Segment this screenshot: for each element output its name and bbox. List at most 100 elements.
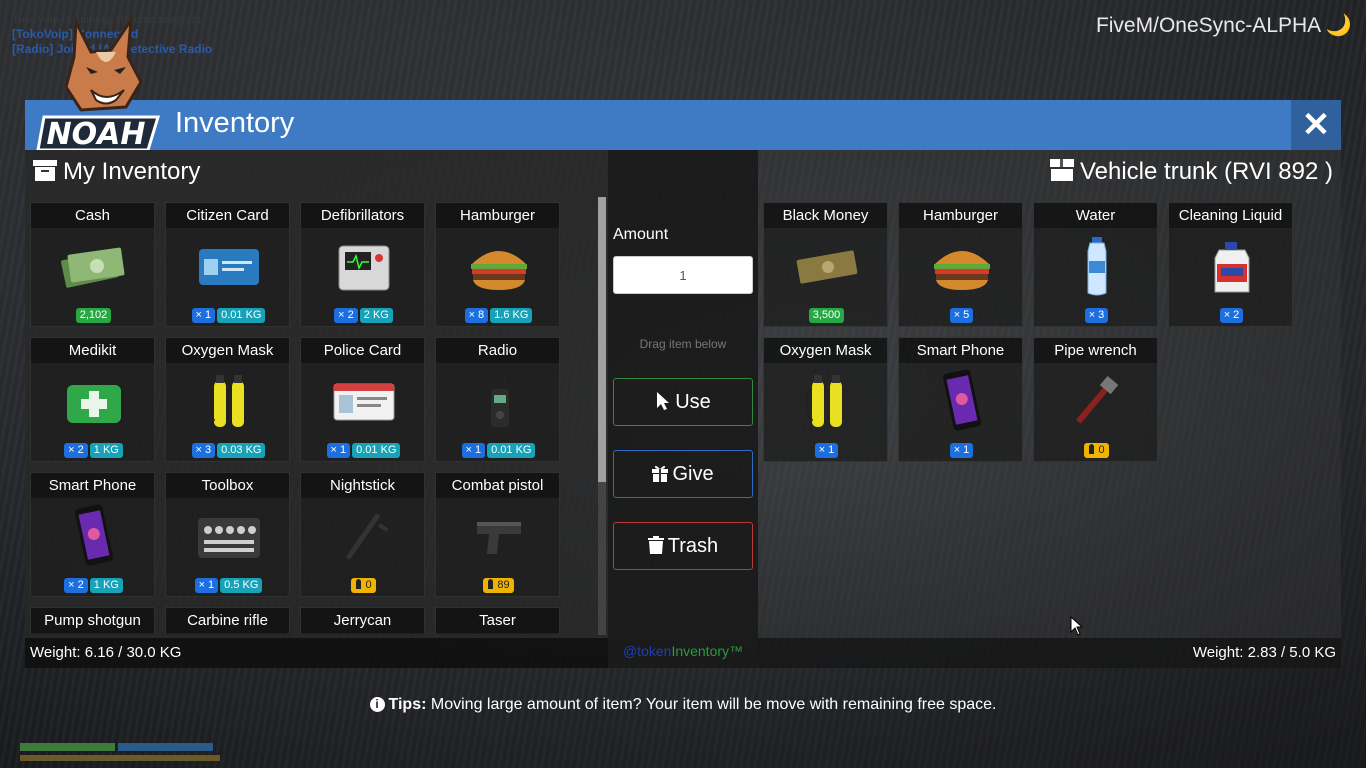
item-name: Radio [436, 338, 559, 363]
my-inventory-panel: My Inventory Cash 2,102 Citizen Card × 1 0.0… [25, 150, 608, 668]
item-name: Oxygen Mask [166, 338, 289, 363]
badge-text: 2 KG [363, 309, 389, 321]
item-name: Smart Phone [31, 473, 154, 498]
item-badges: 89 [436, 575, 561, 593]
box-icon [1049, 159, 1074, 181]
badge-text: × 1 [198, 579, 215, 591]
item-slot[interactable]: Hamburger × 5 [898, 202, 1023, 327]
item-slot[interactable]: Oxygen Mask × 1 [763, 337, 888, 462]
amount-input[interactable] [613, 256, 753, 294]
item-badges: × 2 [1169, 305, 1294, 323]
drag-hint: Drag item below [639, 337, 727, 351]
weight-badge: 2 KG [359, 308, 393, 323]
item-badges: × 1 [764, 440, 889, 458]
item-badges: × 1 0.5 KG [166, 575, 291, 593]
nightstick-icon [301, 501, 426, 571]
close-button[interactable]: ✕ [1291, 100, 1341, 150]
weight-badge: 0.5 KG [220, 578, 263, 593]
count-badge: × 1 [461, 443, 486, 458]
badge-text: × 1 [953, 444, 970, 456]
badge-text: 0 [365, 579, 372, 591]
item-name: Smart Phone [899, 338, 1022, 363]
badge-text: × 2 [1223, 309, 1240, 321]
item-name: Hamburger [899, 203, 1022, 228]
action-panel: Amount Drag item below Use Give Trash @t… [608, 150, 758, 668]
wrench-icon [1034, 366, 1159, 436]
count-badge: × 8 [464, 308, 489, 323]
item-name: Pump shotgun [31, 608, 154, 633]
health-bar [20, 743, 115, 751]
trunk-grid: Black Money 3,500 Hamburger × 5 Water × 3 Clea… [763, 202, 1338, 634]
use-button[interactable]: Use [613, 378, 753, 426]
armor-bar [118, 743, 213, 751]
badge-text: × 1 [330, 444, 347, 456]
item-badges: 2,102 [31, 305, 156, 323]
brand-b: Inventory™ [671, 643, 744, 659]
bullet-icon [1089, 444, 1095, 454]
badge-text: × 1 [818, 444, 835, 456]
weight-badge: 1.6 KG [490, 308, 533, 323]
item-name: Oxygen Mask [764, 338, 887, 363]
vehicle-trunk-panel: Vehicle trunk (RVI 892 ) Black Money 3,50… [758, 150, 1341, 668]
item-slot[interactable]: Cleaning Liquid × 2 [1168, 202, 1293, 327]
item-name: Citizen Card [166, 203, 289, 228]
count-badge: × 2 [1219, 308, 1244, 323]
item-slot[interactable]: Water × 3 [1033, 202, 1158, 327]
wolf-logo: NOAH [36, 14, 161, 150]
badge-text: 0.01 KG [221, 309, 262, 321]
badge-text: × 1 [465, 444, 482, 456]
scrollbar-thumb[interactable] [598, 197, 606, 482]
item-slot[interactable]: Pipe wrench 0 [1033, 337, 1158, 462]
item-badges: × 1 [899, 440, 1024, 458]
ammo-badge: 89 [483, 578, 514, 593]
item-slot[interactable]: Citizen Card × 1 0.01 KG [165, 202, 290, 327]
item-slot[interactable]: Jerrycan [300, 607, 425, 634]
item-slot[interactable]: Radio × 1 0.01 KG [435, 337, 560, 462]
badge-text: × 8 [468, 309, 485, 321]
item-name: Jerrycan [301, 608, 424, 633]
logo-text: NOAH [47, 117, 146, 150]
item-slot[interactable]: Toolbox × 1 0.5 KG [165, 472, 290, 597]
weight-badge: 0.03 KG [217, 443, 266, 458]
inventory-header: Inventory ✕ [25, 100, 1341, 150]
trunk-weight-text: Weight: 2.83 / 5.0 KG [1192, 644, 1336, 661]
brand-a: @token [622, 643, 672, 659]
pistol-icon [436, 501, 561, 571]
item-badges: 0 [301, 575, 426, 593]
item-slot[interactable]: Police Card × 1 0.01 KG [300, 337, 425, 462]
item-slot[interactable]: Medikit × 2 1 KG [30, 337, 155, 462]
trunk-weight-bar: Weight: 2.83 / 5.0 KG [758, 638, 1341, 668]
badge-text: × 2 [338, 309, 354, 321]
item-slot[interactable]: Oxygen Mask × 3 0.03 KG [165, 337, 290, 462]
inventory-scrollbar[interactable] [598, 197, 606, 635]
badge-text: 89 [497, 579, 510, 591]
item-slot[interactable]: Pump shotgun [30, 607, 155, 634]
weight-badge: 0.01 KG [352, 443, 401, 458]
ammo-badge: 0 [1084, 443, 1109, 458]
give-button[interactable]: Give [613, 450, 753, 498]
archive-icon [33, 160, 57, 181]
item-name: Combat pistol [436, 473, 559, 498]
count-badge: × 1 [191, 308, 216, 323]
item-name: Black Money [764, 203, 887, 228]
badge-text: 3,500 [812, 309, 841, 321]
item-slot[interactable]: Black Money 3,500 [763, 202, 888, 327]
item-slot[interactable]: Defibrillators × 2 2 KG [300, 202, 425, 327]
trash-button[interactable]: Trash [613, 522, 753, 570]
item-slot[interactable]: Smart Phone × 1 [898, 337, 1023, 462]
badge-text: 0.01 KG [356, 444, 397, 456]
badge-text: 0 [1098, 444, 1105, 456]
item-badges: × 8 1.6 KG [436, 305, 561, 323]
item-slot[interactable]: Hamburger × 8 1.6 KG [435, 202, 560, 327]
item-slot[interactable]: Carbine rifle [165, 607, 290, 634]
trash-icon [647, 536, 664, 554]
count-badge: × 1 [194, 578, 219, 593]
item-slot[interactable]: Combat pistol 89 [435, 472, 560, 597]
item-name: Hamburger [436, 203, 559, 228]
item-slot[interactable]: Smart Phone × 2 1 KG [30, 472, 155, 597]
weight-badge: 1 KG [89, 443, 123, 458]
item-slot[interactable]: Taser [435, 607, 560, 634]
tips-bar: i Tips: Moving large amount of item? Your… [0, 696, 1366, 714]
item-slot[interactable]: Nightstick 0 [300, 472, 425, 597]
item-slot[interactable]: Cash 2,102 [30, 202, 155, 327]
